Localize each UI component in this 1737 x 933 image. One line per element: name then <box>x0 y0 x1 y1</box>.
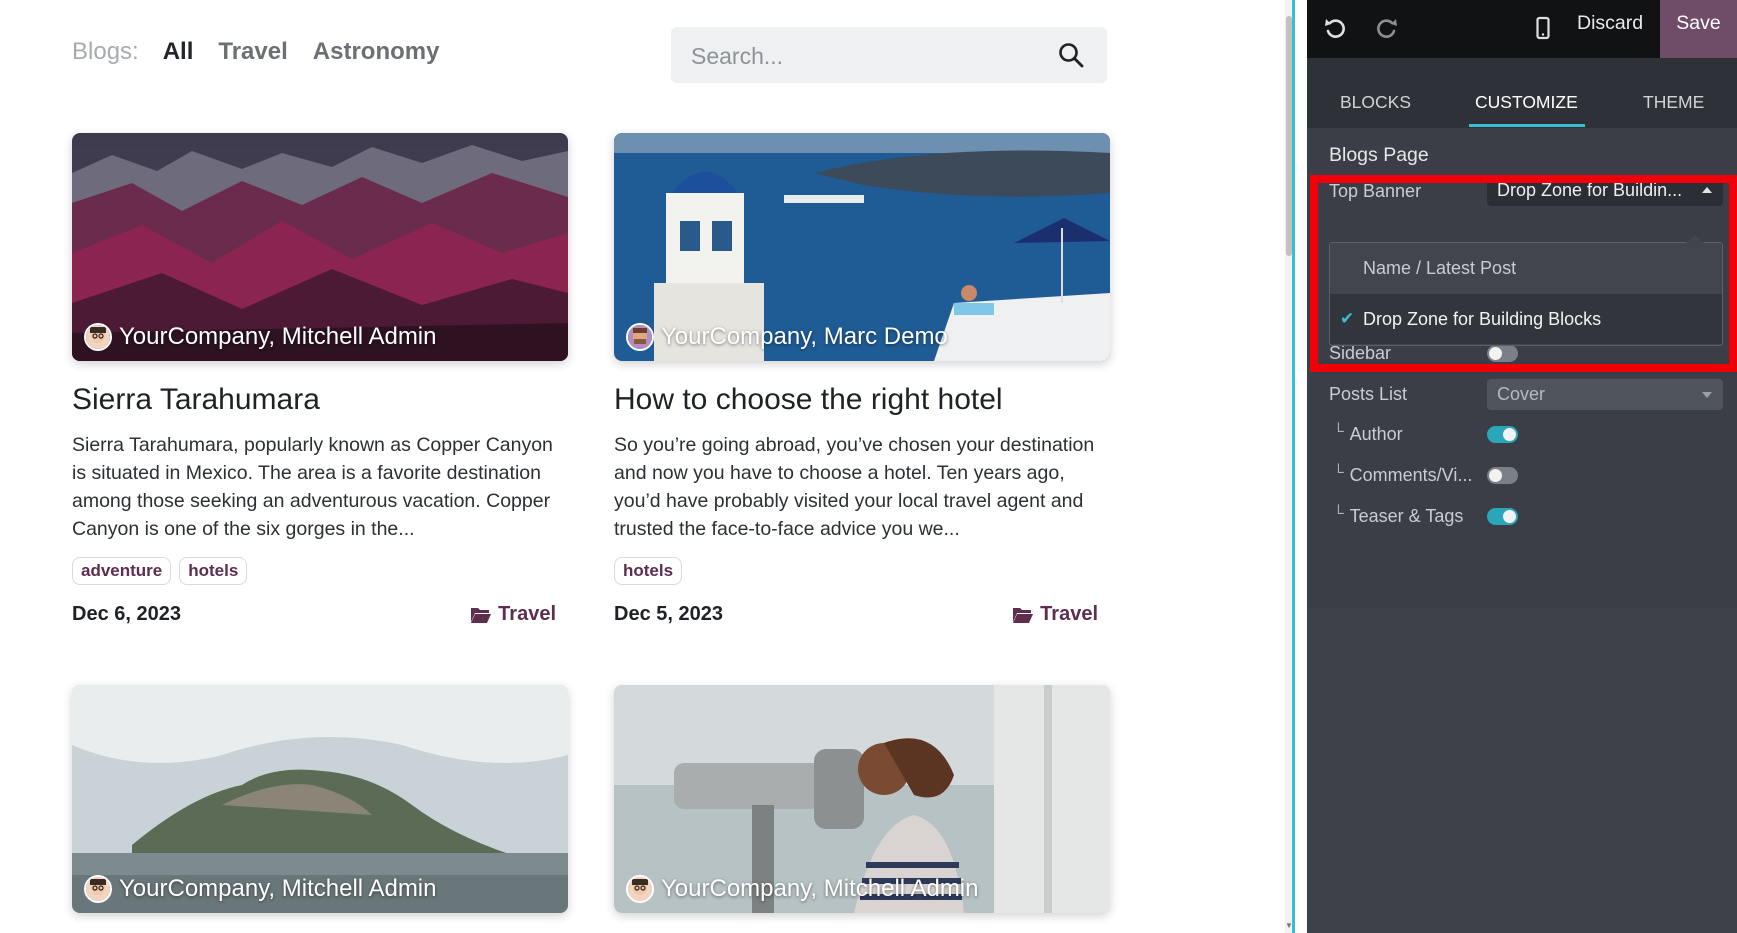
post-teaser: Sierra Tarahumara, popularly known as Co… <box>72 434 553 540</box>
top-banner-value: Drop Zone for Buildin... <box>1497 180 1683 200</box>
folder-open-icon <box>1013 607 1034 623</box>
tab-customize[interactable]: CUSTOMIZE <box>1475 58 1578 128</box>
tab-blocks[interactable]: BLOCKS <box>1340 58 1411 128</box>
dropdown-option-drop-zone[interactable]: ✔ Drop Zone for Building Blocks <box>1330 294 1722 344</box>
post-title[interactable]: Sierra Tarahumara <box>72 383 320 417</box>
comments-option: └ Comments/Vi... <box>1333 464 1473 486</box>
post-teaser: So you’re going abroad, you’ve chosen yo… <box>614 434 1095 540</box>
dropdown-notch <box>1686 235 1704 243</box>
blog-filter-astronomy[interactable]: Astronomy <box>313 38 440 66</box>
top-banner-dropdown: Name / Latest Post ✔ Drop Zone for Build… <box>1329 235 1723 346</box>
redo-icon[interactable] <box>1373 14 1401 42</box>
dropdown-option-name-latest-post[interactable]: Name / Latest Post <box>1330 243 1722 293</box>
author-toggle[interactable] <box>1487 426 1518 443</box>
sub-option-marker: └ <box>1333 505 1344 522</box>
author-option: └ Author <box>1333 423 1403 445</box>
sidebar-toggle[interactable] <box>1487 345 1518 362</box>
sub-option-marker: └ <box>1333 464 1344 481</box>
comments-label: Comments/Vi... <box>1349 465 1473 485</box>
sub-option-marker: └ <box>1333 423 1344 440</box>
customize-options: Blogs Page Top Banner Drop Zone for Buil… <box>1307 128 1737 608</box>
discard-button[interactable]: Discard <box>1577 0 1643 46</box>
post-author-name: YourCompany, Mitchell Admin <box>661 875 979 902</box>
teaser-tags-toggle[interactable] <box>1487 508 1518 525</box>
tag-badge[interactable]: adventure <box>72 557 172 585</box>
post-cover-image[interactable]: YourCompany, Marc Demo <box>614 133 1110 361</box>
post-cover-image[interactable]: YourCompany, Mitchell Admin <box>72 685 568 913</box>
blog-post-card[interactable]: YourCompany, Mitchell Admin <box>72 685 568 913</box>
dropdown-option-label: Drop Zone for Building Blocks <box>1363 309 1602 329</box>
posts-list-label: Posts List <box>1329 384 1408 404</box>
post-author-name: YourCompany, Mitchell Admin <box>119 875 437 902</box>
post-author: YourCompany, Mitchell Admin <box>84 875 436 903</box>
post-category: Travel <box>1040 603 1098 625</box>
post-tags: adventure hotels <box>72 557 248 585</box>
comments-toggle[interactable] <box>1487 467 1518 484</box>
post-author-name: YourCompany, Marc Demo <box>661 323 948 350</box>
undo-icon[interactable] <box>1321 14 1349 42</box>
posts-list-value: Cover <box>1497 384 1546 404</box>
editor-panel: Discard Save BLOCKS CUSTOMIZE THEME Blog… <box>1307 0 1737 933</box>
blog-post-card[interactable]: YourCompany, Mitchell Admin Sierra Tarah… <box>72 133 568 625</box>
post-title[interactable]: How to choose the right hotel <box>614 383 1003 417</box>
section-title: Blogs Page <box>1329 144 1429 166</box>
search-box <box>671 27 1107 85</box>
tag-badge[interactable]: hotels <box>179 557 248 585</box>
check-icon: ✔ <box>1340 309 1355 328</box>
post-date: Dec 5, 2023 <box>614 603 723 625</box>
caret-up-icon <box>1702 187 1712 193</box>
post-cover-image[interactable]: YourCompany, Mitchell Admin <box>614 685 1110 913</box>
blog-post-card[interactable]: YourCompany, Marc Demo How to choose the… <box>614 133 1110 625</box>
post-category-link[interactable]: Travel <box>1012 603 1098 626</box>
post-author-name: YourCompany, Mitchell Admin <box>119 323 437 350</box>
active-tab-indicator <box>1469 124 1585 127</box>
posts-list-select[interactable]: Cover <box>1487 379 1723 410</box>
post-category-link[interactable]: Travel <box>470 603 556 626</box>
blog-filter-bar: Blogs: All Travel Astronomy <box>72 38 439 66</box>
post-cover-image[interactable]: YourCompany, Mitchell Admin <box>72 133 568 361</box>
post-tags: hotels <box>614 557 683 585</box>
mobile-preview-icon[interactable] <box>1529 14 1557 42</box>
teaser-tags-label: Teaser & Tags <box>1349 506 1464 526</box>
blogs-label: Blogs: <box>72 38 139 65</box>
blog-filter-travel[interactable]: Travel <box>218 38 287 66</box>
author-label: Author <box>1349 424 1403 444</box>
caret-down-icon <box>1702 392 1712 398</box>
post-category: Travel <box>498 603 556 625</box>
search-input[interactable] <box>689 27 1033 85</box>
editor-gap <box>1295 0 1307 933</box>
blog-post-card[interactable]: YourCompany, Mitchell Admin <box>614 685 1110 913</box>
save-button[interactable]: Save <box>1660 0 1737 58</box>
folder-open-icon <box>471 607 492 623</box>
top-banner-select[interactable]: Drop Zone for Buildin... <box>1487 175 1723 206</box>
search-icon[interactable] <box>1057 41 1085 69</box>
top-banner-label: Top Banner <box>1329 181 1422 201</box>
website-preview: Blogs: All Travel Astronomy Search... Yo… <box>0 0 1285 933</box>
post-author: YourCompany, Mitchell Admin <box>84 323 436 351</box>
editor-toolbar: Discard Save <box>1307 0 1737 58</box>
blog-filter-all[interactable]: All <box>163 38 194 66</box>
avatar <box>84 323 112 351</box>
teaser-tags-option: └ Teaser & Tags <box>1333 505 1464 527</box>
sidebar-label: Sidebar <box>1329 343 1392 363</box>
post-author: YourCompany, Marc Demo <box>626 323 948 351</box>
avatar <box>626 323 654 351</box>
post-author: YourCompany, Mitchell Admin <box>626 875 978 903</box>
post-date: Dec 6, 2023 <box>72 603 181 625</box>
tab-theme[interactable]: THEME <box>1643 58 1704 128</box>
avatar <box>626 875 654 903</box>
avatar <box>84 875 112 903</box>
tag-badge[interactable]: hotels <box>614 557 683 585</box>
editor-tabs: BLOCKS CUSTOMIZE THEME <box>1307 58 1737 128</box>
